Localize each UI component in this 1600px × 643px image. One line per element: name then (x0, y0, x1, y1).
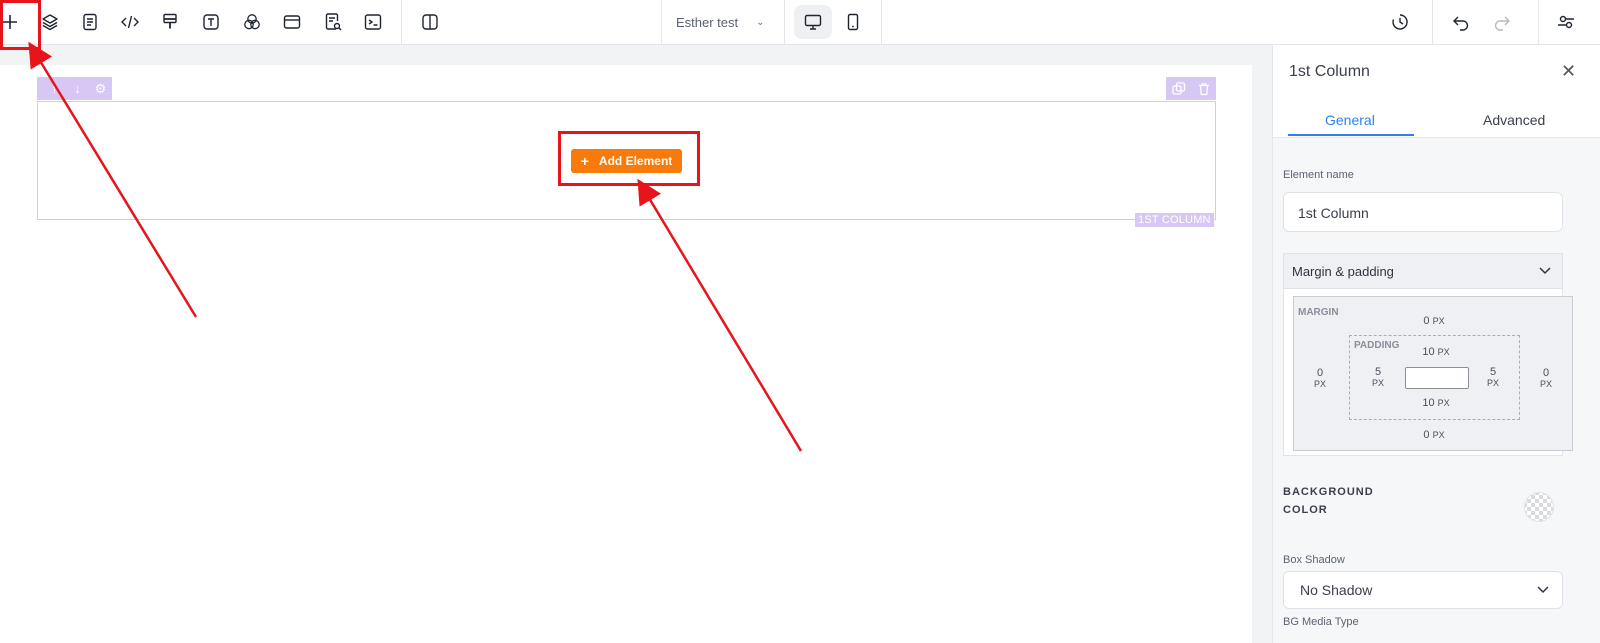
toolbar-divider (1432, 0, 1433, 45)
margin-left-value[interactable]: 0 PX (1308, 367, 1332, 389)
toolbar-divider (661, 0, 662, 45)
bg-media-type-label: BG Media Type (1283, 616, 1359, 628)
content-box (1405, 367, 1469, 389)
delete-icon[interactable] (1197, 82, 1211, 96)
margin-bottom-number: 0 (1423, 429, 1430, 441)
site-name: Esther test (676, 15, 739, 30)
annotation-highlight-add-element (558, 131, 700, 186)
box-shadow-label: Box Shadow (1283, 554, 1345, 566)
padding-label: PADDING (1354, 340, 1400, 351)
code-icon[interactable] (116, 8, 144, 36)
margin-right-value[interactable]: 0 PX (1534, 367, 1558, 389)
move-down-icon[interactable]: ↓ (66, 77, 89, 100)
unit-label: PX (1371, 378, 1384, 388)
top-toolbar: Esther test ⌄ (0, 0, 1600, 45)
padding-bottom-number: 10 (1422, 397, 1435, 409)
text-icon[interactable] (197, 8, 225, 36)
chevron-down-icon (1537, 586, 1549, 594)
padding-right-number: 5 (1489, 366, 1497, 378)
paint-brush-icon[interactable] (156, 8, 184, 36)
margin-bottom-value[interactable]: 0 PX (1419, 429, 1449, 441)
mobile-icon (847, 13, 859, 31)
margin-padding-accordion[interactable]: Margin & padding (1283, 253, 1563, 289)
margin-top-number: 0 (1423, 315, 1430, 327)
panel-tabs: General Advanced (1273, 105, 1600, 138)
terminal-icon[interactable] (359, 8, 387, 36)
margin-top-value[interactable]: 0 PX (1419, 315, 1449, 327)
color-circles-icon[interactable] (238, 8, 266, 36)
active-tab-indicator (1288, 134, 1414, 136)
padding-bottom-value[interactable]: 10 PX (1416, 397, 1456, 409)
mobile-view-button[interactable] (834, 5, 872, 39)
panel-body: Element name 1st Column Margin & padding… (1273, 138, 1600, 643)
margin-right-number: 0 (1542, 367, 1550, 379)
box-shadow-value: No Shadow (1300, 582, 1373, 598)
chevron-down-icon (1539, 267, 1551, 275)
accordion-title: Margin & padding (1292, 264, 1394, 279)
spacing-editor: MARGIN 0 PX 0 PX 0 PX 0 PX PADDING 10 PX 5… (1283, 288, 1573, 456)
move-up-icon[interactable]: ↑ (43, 77, 66, 100)
unit-label: PX (1432, 430, 1445, 440)
tab-general[interactable]: General (1325, 112, 1375, 128)
pages-icon[interactable] (76, 8, 104, 36)
desktop-view-button[interactable] (794, 5, 832, 39)
tab-advanced[interactable]: Advanced (1483, 112, 1545, 128)
undo-icon[interactable] (1447, 8, 1475, 36)
split-view-icon[interactable] (416, 8, 444, 36)
margin-label: MARGIN (1298, 307, 1339, 318)
close-icon[interactable]: ✕ (1561, 61, 1576, 82)
padding-top-value[interactable]: 10 PX (1416, 346, 1456, 358)
column-label: 1ST COLUMN (1135, 213, 1214, 227)
box-shadow-select[interactable]: No Shadow (1283, 571, 1563, 609)
desktop-icon (804, 14, 822, 30)
unit-label: PX (1437, 398, 1450, 408)
unit-label: PX (1432, 316, 1445, 326)
page-search-icon[interactable] (319, 8, 347, 36)
column-toolbar: ↑ ↓ ⚙ (37, 77, 112, 100)
toolbar-divider (881, 0, 882, 45)
toolbar-divider (1538, 0, 1539, 45)
padding-left-value[interactable]: 5 PX (1366, 366, 1390, 388)
unit-label: PX (1313, 379, 1326, 389)
annotation-highlight-add (0, 0, 41, 50)
chevron-down-icon: ⌄ (756, 17, 765, 28)
properties-panel: 1st Column ✕ General Advanced Element na… (1272, 45, 1600, 643)
padding-right-value[interactable]: 5 PX (1481, 366, 1505, 388)
margin-left-number: 0 (1316, 367, 1324, 379)
settings-icon[interactable] (1552, 8, 1580, 36)
browser-window-icon[interactable] (278, 8, 306, 36)
unit-label: PX (1539, 379, 1552, 389)
column-settings-icon[interactable]: ⚙ (89, 77, 112, 100)
duplicate-icon[interactable] (1171, 81, 1186, 96)
element-name-label: Element name (1283, 169, 1354, 181)
element-name-field[interactable]: 1st Column (1283, 192, 1563, 232)
background-color-swatch[interactable] (1524, 492, 1554, 522)
toolbar-divider (401, 0, 402, 45)
redo-icon[interactable] (1488, 8, 1516, 36)
padding-box: PADDING 10 PX 5 PX 5 PX 10 PX (1349, 335, 1520, 420)
padding-top-number: 10 (1422, 346, 1435, 358)
panel-title: 1st Column (1289, 63, 1370, 80)
unit-label: PX (1486, 378, 1499, 388)
unit-label: PX (1437, 347, 1450, 357)
site-selector[interactable]: Esther test ⌄ (676, 0, 765, 45)
column-actions (1166, 77, 1216, 100)
history-icon[interactable] (1386, 8, 1414, 36)
toolbar-divider (784, 0, 785, 45)
background-color-label: BACKGROUND COLOR (1283, 486, 1374, 516)
padding-left-number: 5 (1374, 366, 1382, 378)
margin-box: MARGIN 0 PX 0 PX 0 PX 0 PX PADDING 10 PX 5… (1293, 296, 1573, 451)
